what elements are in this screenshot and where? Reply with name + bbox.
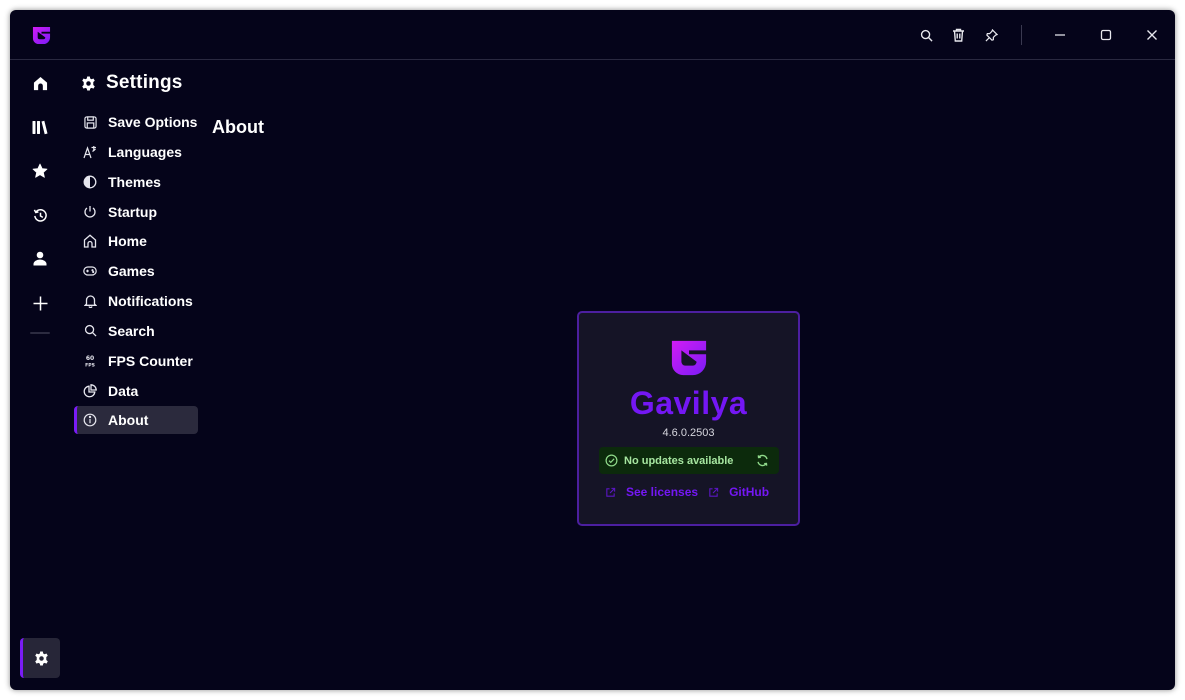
nav-item-label: Search xyxy=(108,322,155,339)
nav-item-themes[interactable]: Themes xyxy=(74,168,198,196)
github-label: GitHub xyxy=(729,485,770,499)
pin-icon xyxy=(985,28,998,41)
nav-item-notifications[interactable]: Notifications xyxy=(74,287,198,315)
power-icon xyxy=(84,205,96,218)
user-icon xyxy=(33,251,47,266)
nav-item-label: Notifications xyxy=(108,293,193,310)
nav-item-fps-counter[interactable]: 60 FPS FPS Counter xyxy=(74,347,198,375)
contrast-icon xyxy=(83,175,97,189)
rail-settings-button[interactable] xyxy=(20,638,60,678)
settings-header: Settings xyxy=(81,71,183,95)
check-circle-icon xyxy=(605,454,618,467)
update-status-badge: No updates available xyxy=(599,447,779,474)
see-licenses-label: See licenses xyxy=(626,485,699,499)
github-link[interactable]: GitHub xyxy=(708,485,769,499)
app-window: Settings Save Options Languages Themes S… xyxy=(10,10,1175,690)
rail-add-button[interactable] xyxy=(31,294,49,312)
nav-item-label: Data xyxy=(108,382,139,399)
external-link-icon xyxy=(606,487,616,497)
nav-item-save-options[interactable]: Save Options xyxy=(74,108,198,136)
maximize-icon xyxy=(1100,29,1112,41)
gamepad-icon xyxy=(83,266,97,276)
settings-title: Settings xyxy=(106,72,183,93)
nav-item-label: About xyxy=(108,412,149,429)
app-name: Gavilya xyxy=(629,385,748,421)
rail-library-button[interactable] xyxy=(31,118,49,136)
app-logo-icon xyxy=(671,340,707,376)
card-links: See licenses GitHub xyxy=(605,485,769,499)
gear-icon xyxy=(35,650,48,666)
info-icon xyxy=(83,414,97,427)
home-outline-icon xyxy=(83,234,97,249)
pin-button[interactable] xyxy=(982,26,1000,44)
nav-item-label: Themes xyxy=(108,173,161,190)
trash-button[interactable] xyxy=(949,26,967,44)
titlebar xyxy=(10,10,1175,60)
external-link-icon xyxy=(709,487,719,497)
home-icon xyxy=(33,76,47,90)
nav-item-label: Languages xyxy=(108,143,182,160)
search-icon xyxy=(920,29,933,42)
trash-icon xyxy=(952,28,964,42)
app-logo-icon xyxy=(32,26,51,45)
rail-profile-button[interactable] xyxy=(31,250,49,268)
gear-icon xyxy=(82,75,95,91)
rail-favorites-button[interactable] xyxy=(31,162,49,180)
page-title: About xyxy=(212,117,264,137)
translate-icon xyxy=(83,145,96,159)
star-icon xyxy=(32,163,48,178)
nav-item-home[interactable]: Home xyxy=(74,227,198,255)
update-status-text: No updates available xyxy=(624,454,734,467)
see-licenses-link[interactable]: See licenses xyxy=(605,485,698,499)
close-button[interactable] xyxy=(1143,26,1161,44)
bell-icon xyxy=(83,295,97,309)
titlebar-separator xyxy=(1021,25,1022,45)
refresh-icon[interactable] xyxy=(756,454,769,467)
nav-item-label: Startup xyxy=(108,203,157,220)
history-icon xyxy=(33,208,47,222)
nav-item-games[interactable]: Games xyxy=(74,257,198,285)
main-navigation-rail xyxy=(10,61,70,690)
plus-icon xyxy=(33,296,47,310)
svg-text:60: 60 xyxy=(86,355,94,362)
about-card: Gavilya 4.6.0.2503 No updates available … xyxy=(577,311,800,526)
pie-chart-icon xyxy=(83,383,97,397)
nav-item-label: Games xyxy=(108,263,155,280)
nav-item-languages[interactable]: Languages xyxy=(74,138,198,166)
nav-item-about[interactable]: About xyxy=(74,406,198,435)
minimize-icon xyxy=(1055,34,1065,36)
nav-item-label: Home xyxy=(108,233,147,250)
search-button[interactable] xyxy=(917,26,935,44)
nav-item-data[interactable]: Data xyxy=(74,377,198,405)
fps-icon: 60FPS xyxy=(85,355,95,368)
rail-recent-button[interactable] xyxy=(31,206,49,224)
svg-text:FPS: FPS xyxy=(85,362,95,368)
nav-item-startup[interactable]: Startup xyxy=(74,198,198,226)
search-icon xyxy=(84,325,97,337)
minimize-button[interactable] xyxy=(1051,26,1069,44)
library-icon xyxy=(32,120,48,134)
save-icon xyxy=(83,115,97,129)
app-version: 4.6.0.2503 xyxy=(662,427,715,439)
nav-item-label: Save Options xyxy=(108,114,198,130)
maximize-button[interactable] xyxy=(1097,26,1115,44)
settings-nav: Save Options Languages Themes Startup Ho… xyxy=(74,108,198,436)
rail-separator xyxy=(30,332,50,334)
close-icon xyxy=(1147,30,1157,40)
nav-item-search[interactable]: Search xyxy=(74,317,198,345)
rail-home-button[interactable] xyxy=(31,74,49,92)
nav-item-label: FPS Counter xyxy=(108,352,193,369)
